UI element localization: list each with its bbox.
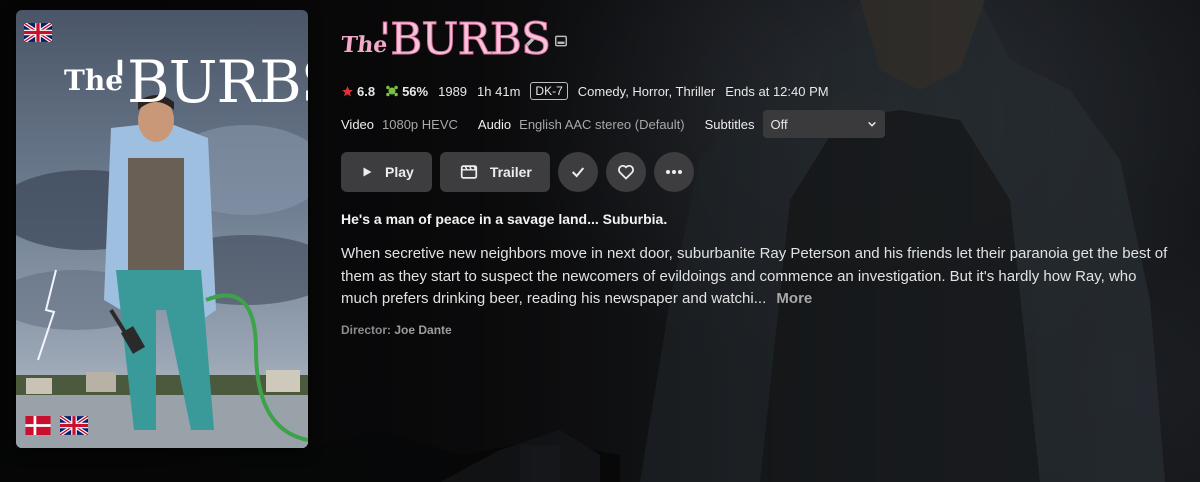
trailer-button[interactable]: Trailer: [439, 152, 550, 192]
community-rating-value: 6.8: [357, 83, 376, 99]
play-label: Play: [385, 164, 414, 180]
overview-more-link[interactable]: More: [776, 290, 812, 307]
stream-info: Video 1080p HEVC Audio English AAC stere…: [341, 110, 885, 138]
title-row: The 'BURBS: [340, 14, 571, 68]
chevron-down-icon: [867, 121, 876, 127]
critic-rating: 56%: [385, 84, 428, 99]
video-label: Video: [341, 116, 375, 132]
runtime: 1h 41m: [477, 83, 521, 99]
director: Director: Joe Dante: [341, 323, 452, 337]
film-icon: [460, 165, 477, 179]
play-button[interactable]: Play: [341, 152, 432, 192]
subtitles-label: Subtitles: [704, 116, 755, 132]
movie-poster[interactable]: The 'BURBS: [16, 10, 308, 448]
overview-text: When secretive new neighbors move in nex…: [341, 245, 1168, 307]
subtitles-select[interactable]: Off: [762, 110, 885, 138]
uk-flag-icon: [60, 416, 88, 435]
mark-played-button[interactable]: [557, 152, 598, 192]
action-buttons: Play Trailer: [341, 152, 702, 192]
year: 1989: [438, 83, 468, 99]
overview: When secretive new neighbors move in nex…: [341, 243, 1171, 311]
tagline: He's a man of peace in a savage land... …: [341, 211, 668, 227]
uk-flag-icon: [24, 23, 52, 42]
favorite-button[interactable]: [605, 152, 646, 192]
genres: Comedy, Horror, Thriller: [577, 83, 716, 99]
logo-burbs: 'BURBS: [378, 14, 551, 66]
subtitles-value: Off: [770, 116, 788, 132]
poster-title-burbs: 'BURBS: [112, 48, 308, 116]
play-icon: [363, 167, 372, 177]
meta-row: 6.8 56% 1989 1h 41m DK-7 Comedy, Horror,…: [341, 82, 839, 100]
image-icon[interactable]: [551, 31, 571, 51]
video-value: 1080p HEVC: [382, 116, 458, 132]
heart-icon: [617, 164, 634, 180]
certification-badge: DK-7: [530, 82, 568, 100]
more-options-button[interactable]: [653, 152, 694, 192]
audio-value: English AAC stereo (Default): [519, 116, 685, 132]
denmark-flag-icon: [24, 416, 52, 435]
more-horizontal-icon: [665, 170, 682, 174]
critic-rating-value: 56%: [402, 83, 429, 99]
ends-at: Ends at 12:40 PM: [725, 83, 829, 99]
director-name[interactable]: Joe Dante: [394, 323, 451, 337]
trailer-label: Trailer: [489, 164, 532, 180]
critic-splat-icon: [386, 85, 398, 97]
audio-label: Audio: [477, 116, 512, 132]
star-icon: [342, 85, 353, 96]
check-icon: [571, 167, 584, 178]
director-label: Director:: [341, 323, 392, 337]
community-rating: 6.8: [341, 84, 375, 99]
title-logo: The 'BURBS: [340, 14, 552, 68]
